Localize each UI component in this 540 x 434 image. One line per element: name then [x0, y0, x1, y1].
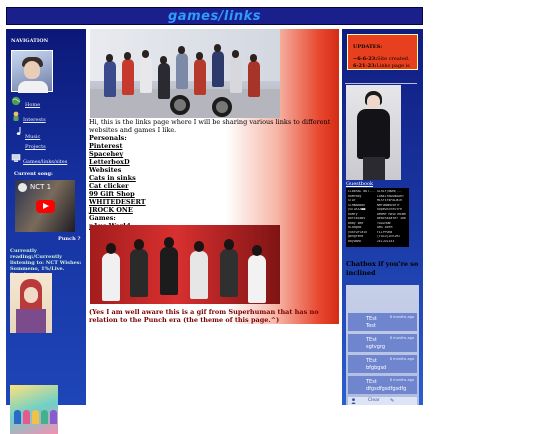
links-text: Hi, this is the links page where I will …: [89, 118, 334, 230]
nav-link-music[interactable]: Music: [25, 134, 40, 140]
link-cats-in-sinks[interactable]: Cats in sinks: [89, 174, 334, 182]
current-song-label: Current song:: [14, 171, 53, 177]
chat-clear-button[interactable]: Clear: [368, 398, 380, 403]
updates-box: UPDATES: ~6-6-23:Site created. 6-21-23:L…: [347, 34, 418, 70]
superhuman-gif-image: [90, 225, 280, 304]
nav-link-projects[interactable]: Projects: [25, 144, 46, 150]
chat-toolbar: Clear ✎: [348, 397, 417, 405]
link-letterboxd[interactable]: LetterboxD: [89, 158, 334, 166]
album-cover-image: [10, 385, 58, 434]
chat-message: TEst 8 months ago bfgbgsd: [348, 355, 417, 373]
link-99-gift-shop[interactable]: 99 Gift Shop: [89, 190, 334, 198]
section-heading-games: Games:: [89, 214, 116, 222]
nav-heading: NAVIGATION: [11, 38, 49, 44]
section-heading-personals: Personals:: [89, 134, 127, 142]
play-button-icon[interactable]: [36, 200, 55, 213]
updates-heading: UPDATES:: [353, 44, 383, 50]
link-cat-clicker[interactable]: Cat clicker: [89, 182, 334, 190]
chat-message: TEst 8 months ago Test: [348, 313, 417, 331]
edit-icon[interactable]: ✎: [390, 398, 394, 404]
portrait-image: [346, 85, 401, 180]
guestbook-link[interactable]: Guestbook: [346, 181, 373, 187]
link-pinterest[interactable]: Pinterest: [89, 142, 334, 150]
computer-icon: [11, 154, 21, 162]
link-whitedesert[interactable]: WHITEDESERT: [89, 198, 334, 206]
intro-text: Hi, this is the links page where I will …: [89, 118, 331, 134]
chat-message: TEst 8 months ago sgtvgrg: [348, 334, 417, 352]
channel-avatar: [18, 183, 27, 192]
globe-icon: [11, 96, 21, 106]
chatbox-heading: Chatbox if you're so inclined: [346, 260, 419, 277]
nav-link-home[interactable]: Home: [25, 102, 40, 108]
divider: [345, 83, 417, 84]
link-spacehey[interactable]: Spacehey: [89, 150, 334, 158]
avatar: [11, 50, 53, 93]
update-item: ~6-6-23:Site created.: [353, 56, 410, 62]
video-title: NCT 1: [30, 183, 52, 191]
nav-link-games-links-sites[interactable]: Games/links/sites: [23, 159, 67, 165]
update-item: 6-21-23:Links page is: [353, 63, 410, 69]
video-caption: Punch ?: [58, 236, 81, 242]
user-icon[interactable]: [351, 398, 356, 404]
link-jrock-one[interactable]: JROCK ONE: [89, 206, 334, 214]
chat-message: TEst 8 months ago dfgsdfgsdfgsdfg: [348, 376, 417, 394]
section-heading-websites: Websites: [89, 166, 122, 174]
group-photo-image: [90, 29, 280, 118]
main-content: Hi, this is the links page where I will …: [88, 29, 339, 324]
chatbox[interactable]: TEst 8 months ago Test TEst 8 months ago…: [346, 285, 419, 405]
gif-caption: (Yes I am well aware this is a gif from …: [89, 308, 319, 324]
nav-link-interests[interactable]: Interests: [23, 117, 46, 123]
poster-image: [10, 273, 52, 333]
right-sidebar: UPDATES: ~6-6-23:Site created. 6-21-23:L…: [342, 29, 423, 405]
site-header: games/links: [6, 7, 423, 25]
page-title: games/links: [168, 8, 261, 24]
left-sidebar: NAVIGATION Home Interests Music Projects…: [6, 29, 86, 434]
music-video-player[interactable]: NCT 1: [15, 180, 75, 232]
character-icon: [13, 111, 19, 121]
music-note-icon: [16, 127, 21, 135]
guestbook-widget[interactable]: LIBERAL NOT... GIRLY/NOHE... RUMYBoy LONEL…: [346, 188, 409, 247]
